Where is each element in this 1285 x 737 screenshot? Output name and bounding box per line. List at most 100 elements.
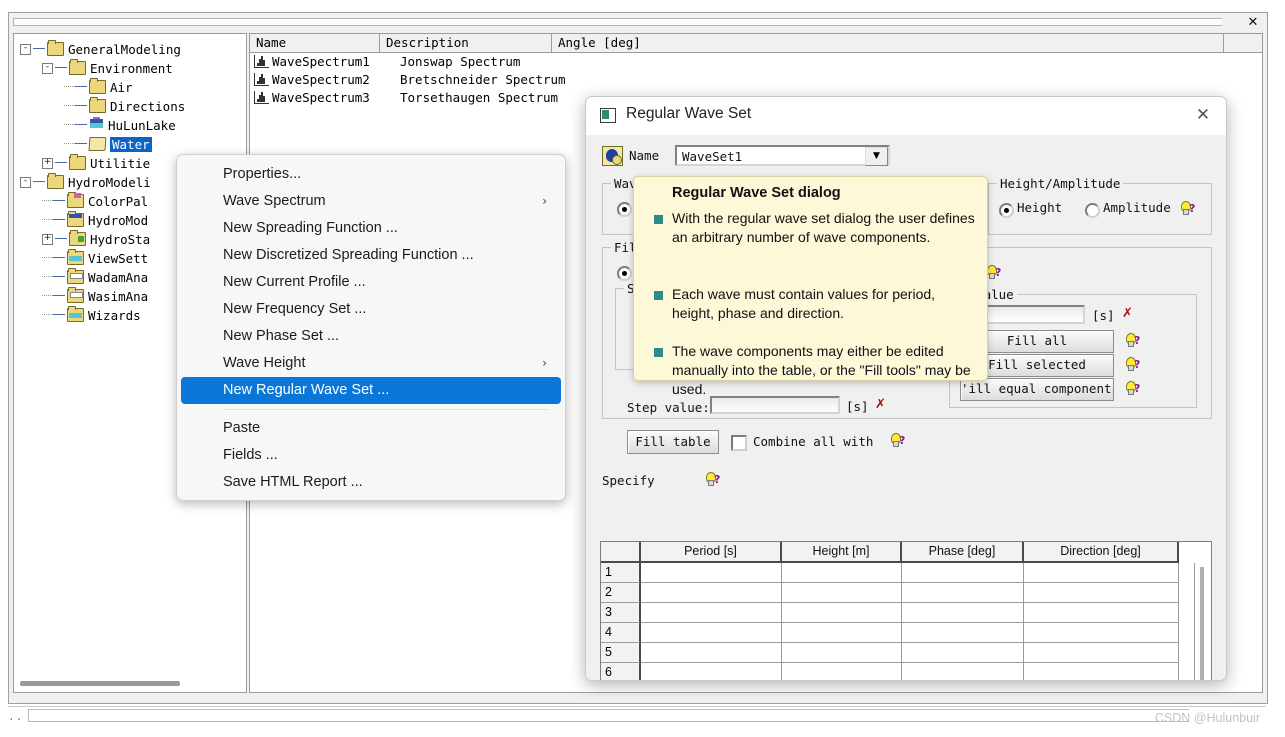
step-unit-label: [s] [846,399,869,414]
name-combobox[interactable]: WaveSet1 ▼ [675,145,890,166]
tree-item-label: Water [110,137,152,152]
help-bulb-icon[interactable]: ? [987,265,1003,280]
tree-item-directions[interactable]: Directions [20,96,246,115]
help-bulb-icon[interactable]: ? [706,472,722,487]
status-bar: ·· CSDN @Hulunbuir [8,706,1266,729]
menu-item-new-discretized-spreading-function[interactable]: New Discretized Spreading Function ... [181,242,561,269]
table-column-header[interactable]: Direction [deg] [1024,542,1179,563]
wave-radio[interactable] [617,202,632,217]
table-cell[interactable] [1024,583,1179,603]
table-cell[interactable] [1024,643,1179,663]
table-cell[interactable] [902,563,1024,583]
tree-toggle-collapse[interactable]: - [20,44,31,55]
table-cell[interactable] [902,583,1024,603]
menu-item-wave-height[interactable]: Wave Height › [181,350,561,377]
list-column-header[interactable]: Description [380,34,552,52]
tree-toggle-expand[interactable]: + [42,158,53,169]
wave-components-table[interactable]: Period [s] Height [m] Phase [deg] Direction… [600,541,1212,680]
table-cell[interactable] [1024,603,1179,623]
list-item[interactable]: WaveSpectrum2 Bretschneider Spectrum [250,71,1262,89]
table-cell[interactable] [902,643,1024,663]
table-row[interactable]: 4 [601,623,1211,643]
table-vertical-scrollbar[interactable] [1194,563,1211,680]
table-column-header[interactable]: Height [m] [782,542,902,563]
table-cell[interactable] [1024,623,1179,643]
list-item[interactable]: WaveSpectrum1 Jonswap Spectrum [250,53,1262,71]
table-cell[interactable] [1024,663,1179,680]
folder-icon [69,58,86,75]
close-icon[interactable]: ✕ [1245,15,1261,31]
help-bulb-icon[interactable]: ? [1126,357,1142,372]
table-cell[interactable] [1024,563,1179,583]
help-bulb-icon[interactable]: ? [1126,381,1142,396]
tree-toggle-collapse[interactable]: - [20,177,31,188]
table-cell[interactable] [782,643,902,663]
color-palette-icon [67,191,84,208]
list-column-header[interactable]: Name [250,34,380,52]
tree-item-air[interactable]: Air [20,77,246,96]
menu-item-save-html-report[interactable]: Save HTML Report ... [181,469,561,496]
clear-step-icon[interactable]: ✗ [875,397,886,412]
table-row[interactable]: 6 [601,663,1211,680]
table-cell[interactable] [782,563,902,583]
combine-all-checkbox[interactable] [731,435,747,451]
tree-item-label: Air [110,80,133,95]
table-row[interactable]: 5 [601,643,1211,663]
list-item-name: WaveSpectrum2 [272,72,370,87]
table-cell[interactable] [902,603,1024,623]
menu-item-new-phase-set[interactable]: New Phase Set ... [181,323,561,350]
table-row[interactable]: 1 [601,563,1211,583]
tree-toggle-expand[interactable]: + [42,234,53,245]
table-cell[interactable] [641,623,782,643]
table-cell[interactable] [782,583,902,603]
window-top-bar: ✕ [9,13,1267,33]
clear-value-icon[interactable]: ✗ [1122,306,1133,321]
table-row[interactable]: 3 [601,603,1211,623]
table-cell[interactable] [782,603,902,623]
combine-all-label: Combine all with [753,434,874,449]
table-column-header[interactable]: Period [s] [641,542,782,563]
table-row[interactable]: 2 [601,583,1211,603]
height-radio-label[interactable]: Height [1017,200,1062,215]
menu-item-new-regular-wave-set[interactable]: New Regular Wave Set ... [181,377,561,404]
menu-item-properties[interactable]: Properties... [181,161,561,188]
help-bulb-icon[interactable]: ? [1126,333,1142,348]
dialog-close-icon[interactable]: ✕ [1190,103,1216,127]
table-cell[interactable] [902,663,1024,680]
fill-equal-components-button[interactable]: 'ill equal components [960,378,1114,401]
table-cell[interactable] [641,663,782,680]
table-column-header[interactable]: Phase [deg] [902,542,1024,563]
help-bulb-icon[interactable]: ? [1181,201,1197,216]
height-radio[interactable] [999,203,1014,218]
amplitude-radio[interactable] [1085,203,1100,218]
list-column-header[interactable]: Angle [deg] [552,34,1224,52]
chevron-down-icon[interactable]: ▼ [865,147,888,166]
context-menu[interactable]: Properties... Wave Spectrum › New Spreading… [176,154,566,501]
tree-item-water[interactable]: Water [20,134,246,153]
table-cell[interactable] [782,663,902,680]
table-cell[interactable] [641,583,782,603]
menu-item-new-spreading-function[interactable]: New Spreading Function ... [181,215,561,242]
amplitude-radio-label[interactable]: Amplitude [1103,200,1171,215]
menu-item-new-current-profile[interactable]: New Current Profile ... [181,269,561,296]
table-cell[interactable] [902,623,1024,643]
tree-item-generalmodeling[interactable]: - GeneralModeling [20,39,246,58]
tree-horizontal-scrollbar[interactable] [20,681,180,686]
tree-item-hulunlake[interactable]: HuLunLake [20,115,246,134]
table-cell[interactable] [782,623,902,643]
menu-item-wave-spectrum[interactable]: Wave Spectrum › [181,188,561,215]
table-cell[interactable] [641,643,782,663]
tree-toggle-collapse[interactable]: - [42,63,53,74]
fill-table-button[interactable]: Fill table [627,430,719,454]
water-body-icon [89,116,104,131]
menu-item-new-frequency-set[interactable]: New Frequency Set ... [181,296,561,323]
tree-item-environment[interactable]: - Environment [20,58,246,77]
menu-item-fields[interactable]: Fields ... [181,442,561,469]
hydro-model-icon [67,210,84,227]
menu-item-paste[interactable]: Paste [181,415,561,442]
table-cell[interactable] [641,563,782,583]
fill-radio[interactable] [617,266,632,281]
help-bulb-icon[interactable]: ? [891,433,907,448]
scrollbar-thumb[interactable] [1200,567,1204,680]
table-cell[interactable] [641,603,782,623]
